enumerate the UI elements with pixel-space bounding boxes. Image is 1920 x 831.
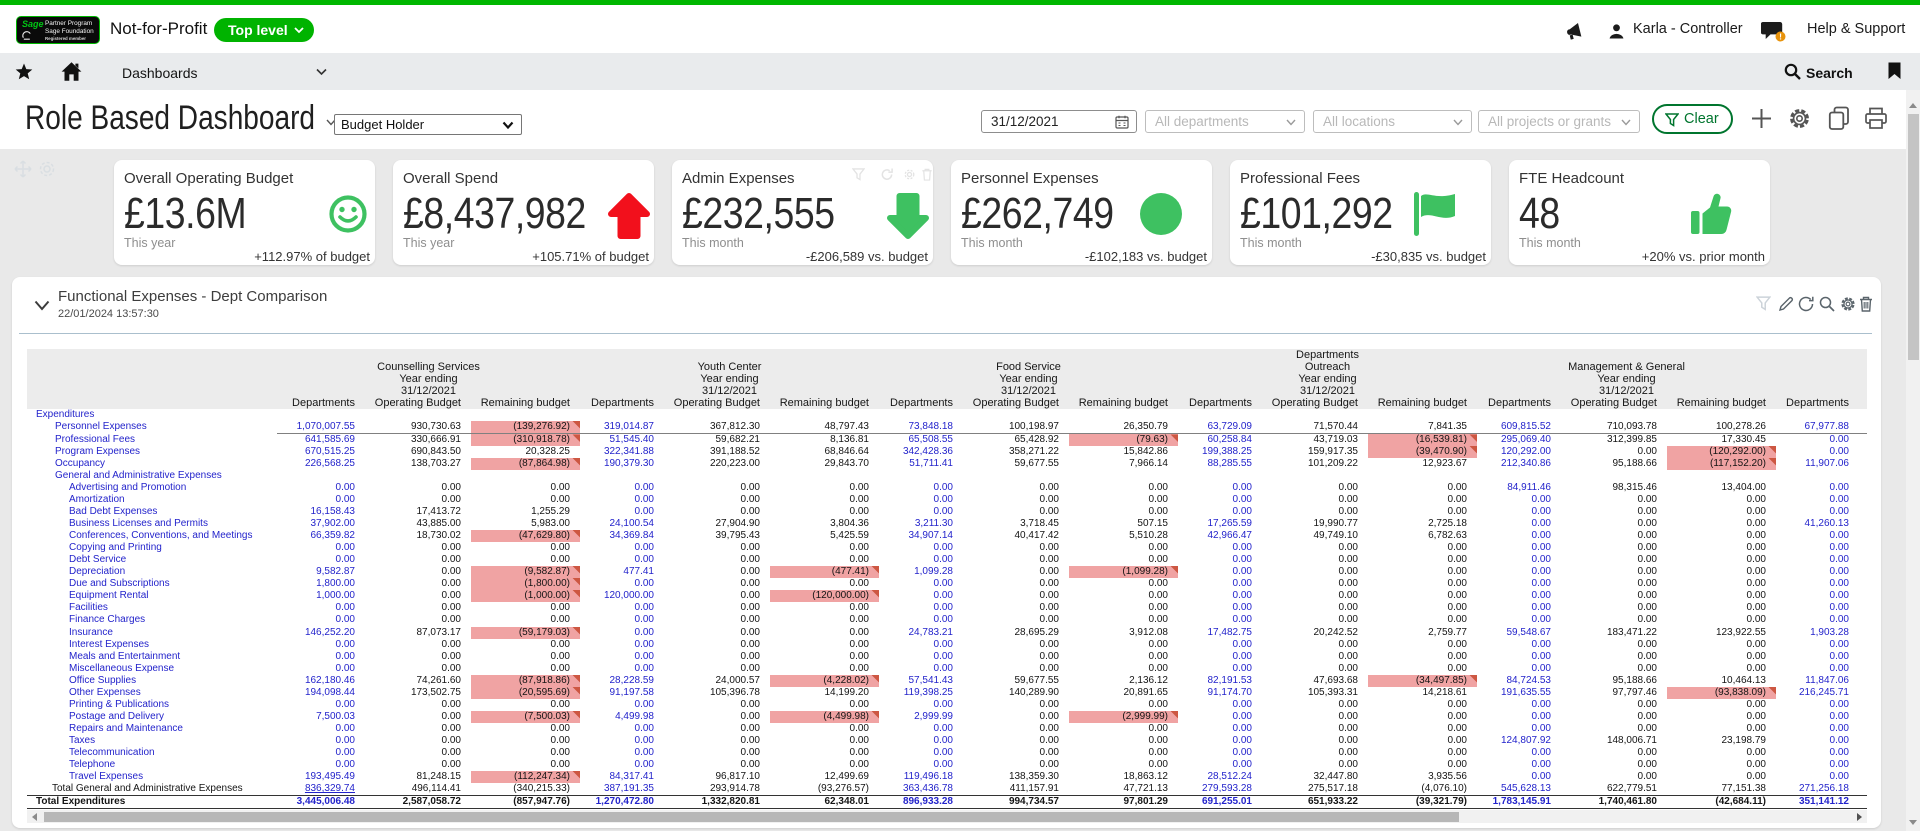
svg-text:!: ! — [1779, 32, 1782, 42]
